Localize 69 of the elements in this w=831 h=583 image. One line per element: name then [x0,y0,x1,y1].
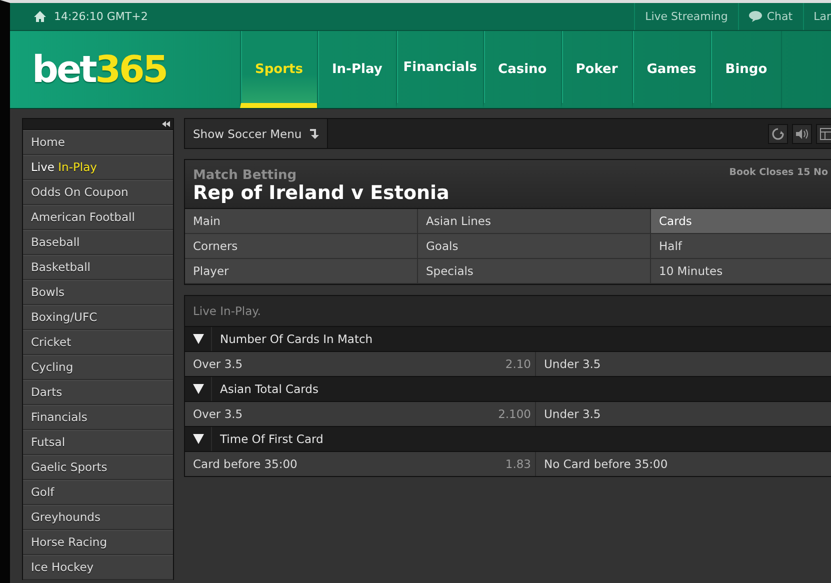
market-name[interactable]: Asian Total Cards [220,382,318,396]
sidebar-item[interactable]: Cycling [23,355,173,380]
nav-tab[interactable]: Games [632,31,710,108]
sidebar-item[interactable]: American Football [23,205,173,230]
collapse-icon[interactable] [162,121,170,127]
clock: 14:26:10 GMT+2 [54,10,148,23]
market-tab[interactable]: Specials [418,259,651,284]
sidebar-item[interactable]: Cricket [23,330,173,355]
collapse-triangle-icon[interactable] [192,384,204,394]
selection-name: Over 3.5 [193,357,243,371]
market-tab[interactable]: Player [185,259,418,284]
layout-button[interactable] [816,124,831,144]
sidebar-item[interactable]: Greyhounds [23,505,173,530]
sidebar-item[interactable]: Bowls [23,280,173,305]
market-tab[interactable]: Goals [418,234,651,259]
market-tab[interactable]: Half [651,234,831,259]
home-icon [34,11,46,22]
sidebar-item[interactable]: Boxing/UFC [23,305,173,330]
market-category: Match Betting [193,168,297,183]
nav-tab[interactable]: Bingo [710,31,782,108]
sidebar-item[interactable]: Gaelic Sports [23,455,173,480]
refresh-button[interactable] [768,124,788,144]
market-tab[interactable]: 10 Minutes [651,259,831,284]
chat-icon [748,11,762,22]
nav-tab[interactable]: Casino [483,31,561,108]
selection-cell[interactable]: No Card before 35:00 [536,452,672,476]
collapse-triangle-icon[interactable] [192,434,204,444]
market-tab[interactable]: Main [185,209,418,234]
selection-cell[interactable]: Card before 35:00 1.83 [185,452,536,476]
book-closes: Book Closes 15 No [729,167,828,178]
section-heading: Live In-Play. [185,296,831,326]
selection-name: Over 3.5 [193,407,243,421]
market-name[interactable]: Number Of Cards In Match [220,332,373,346]
layout-icon [820,128,831,140]
menu-button[interactable]: Show Soccer Menu [185,119,328,148]
market-name[interactable]: Time Of First Card [220,432,324,446]
sidebar-item[interactable]: Golf [23,480,173,505]
sidebar-item[interactable]: Odds On Coupon [23,180,173,205]
chat-link[interactable]: Chat [738,3,803,30]
sidebar-item[interactable]: Baseball [23,230,173,255]
sidebar-item[interactable]: Darts [23,380,173,405]
sidebar-item[interactable]: Futsal [23,430,173,455]
selection-name: Card before 35:00 [193,457,298,471]
nav-tab[interactable]: Financials [396,31,484,108]
sidebar-item[interactable]: Home [23,130,173,155]
nav-tab[interactable]: Poker [560,31,632,108]
market-tab[interactable]: Corners [185,234,418,259]
match-title: Rep of Ireland v Estonia [193,182,450,204]
sound-button[interactable] [792,124,812,144]
odds: 1.83 [505,457,531,471]
sidebar-item[interactable]: Financials [23,405,173,430]
sound-icon [796,128,808,140]
market-tab[interactable]: Cards [651,209,831,234]
collapse-triangle-icon[interactable] [192,334,204,344]
sidebar-item[interactable]: Live In-Play [23,155,173,180]
logo[interactable]: bet365 [10,31,240,108]
sidebar-item[interactable]: Basketball [23,255,173,280]
selection-cell[interactable]: Under 3.5 [536,402,605,426]
language-link[interactable]: Lar [802,3,831,30]
odds: 2.10 [505,357,531,371]
sidebar-item[interactable]: Horse Racing [23,530,173,555]
odds: 2.100 [498,407,531,421]
streaming-link[interactable]: Live Streaming [634,3,738,30]
refresh-icon [772,128,784,140]
selection-cell[interactable]: Under 3.5 [536,352,605,376]
turn-arrow-icon [310,128,319,138]
nav-tab[interactable]: In-Play [316,31,396,108]
sidebar-item[interactable]: Ice Hockey [23,555,173,580]
market-tab[interactable]: Asian Lines [418,209,651,234]
